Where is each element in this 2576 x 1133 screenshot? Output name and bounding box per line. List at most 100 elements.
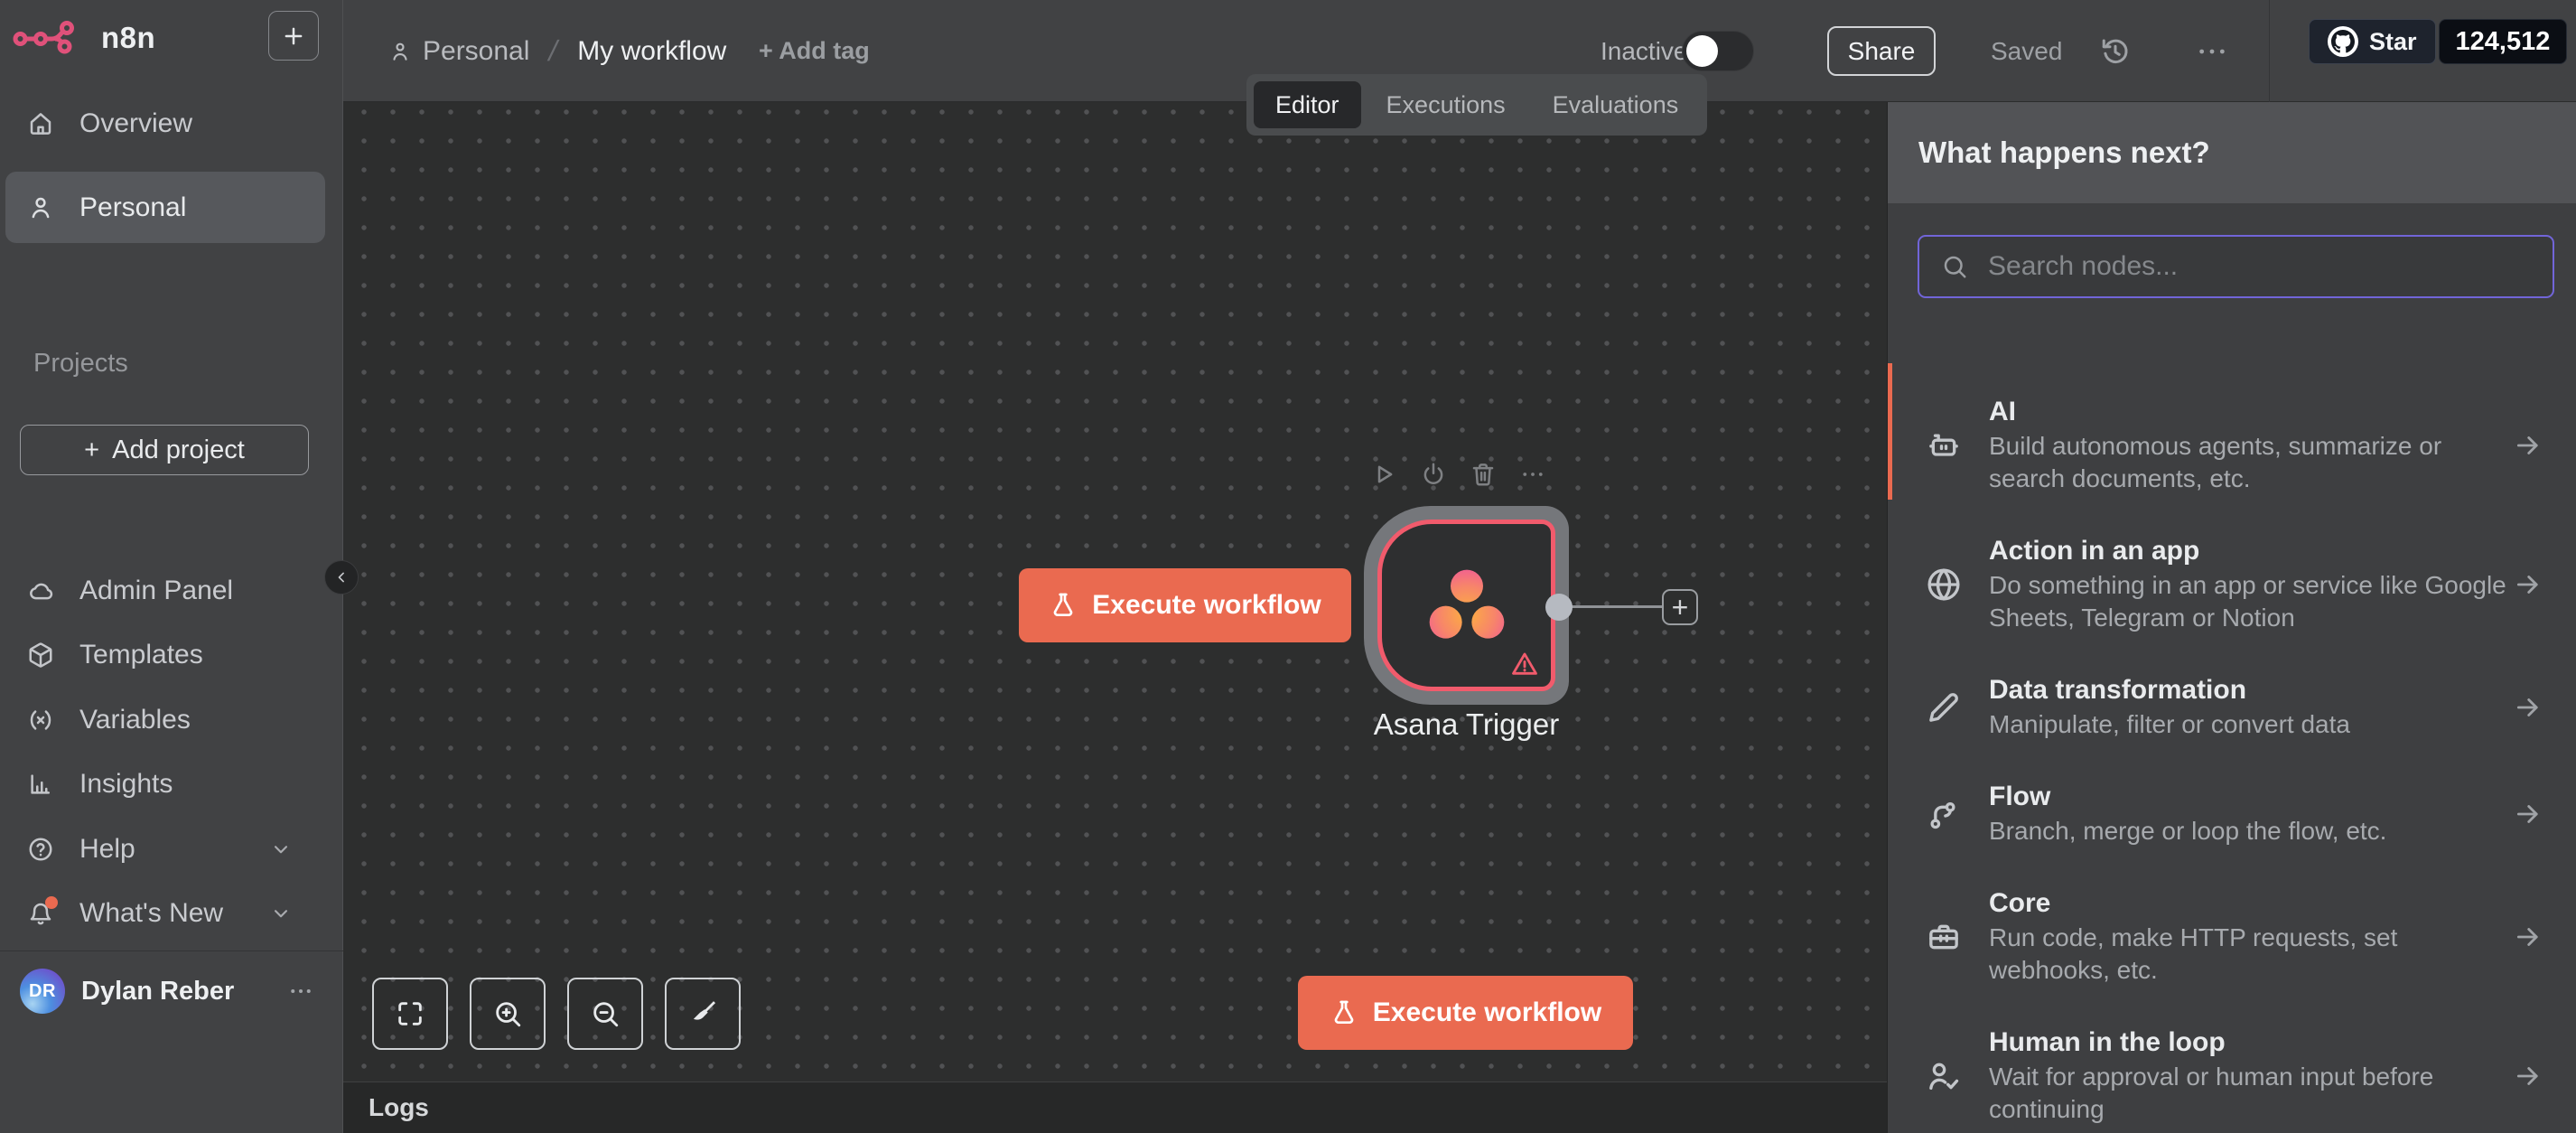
zoom-out-button[interactable] <box>567 978 643 1050</box>
robot-icon <box>1924 426 1964 465</box>
arrow-right-icon <box>2513 430 2543 461</box>
workflow-title[interactable]: My workflow <box>577 36 726 67</box>
add-tag-button[interactable]: + Add tag <box>759 0 870 102</box>
history-icon[interactable] <box>2099 35 2132 68</box>
globe-icon <box>1924 565 1964 604</box>
user-name: Dylan Reber <box>81 977 234 1007</box>
variables-icon <box>27 707 54 734</box>
sidebar-item-label: Overview <box>79 108 192 139</box>
star-label: Star <box>2369 28 2417 56</box>
breadcrumb-project[interactable]: Personal <box>388 36 529 67</box>
sidebar-item-personal[interactable]: Personal <box>5 172 325 243</box>
asana-trigger-node[interactable] <box>1364 506 1569 705</box>
n8n-app: n8n Overview Personal Projects + Add pro… <box>0 0 2576 1133</box>
connection-line <box>1559 605 1662 608</box>
sidebar-item-insights[interactable]: Insights <box>0 757 343 811</box>
asana-logo-icon <box>1423 566 1510 645</box>
node-options-icon[interactable] <box>1519 461 1546 488</box>
tab-executions[interactable]: Executions <box>1365 81 1527 128</box>
topbar-divider <box>2269 0 2270 102</box>
node-body <box>1377 520 1555 691</box>
view-tabs: Editor Executions Evaluations <box>1246 74 1707 136</box>
disable-node-icon[interactable] <box>1420 461 1447 488</box>
sidebar-item-label: What's New <box>79 898 223 929</box>
github-star-widget[interactable]: Star 124,512 <box>2309 19 2567 64</box>
person-icon <box>388 40 412 63</box>
add-connected-node-button[interactable]: + <box>1662 589 1698 625</box>
logs-label: Logs <box>369 1093 429 1122</box>
tab-editor[interactable]: Editor <box>1254 81 1361 128</box>
bar-chart-icon <box>27 771 54 798</box>
category-flow[interactable]: Flow Branch, merge or loop the flow, etc… <box>1888 761 2576 867</box>
category-description: Branch, merge or loop the flow, etc. <box>1989 815 2513 847</box>
logs-panel-header[interactable]: Logs <box>343 1082 1887 1133</box>
delete-node-icon[interactable] <box>1470 461 1497 488</box>
arrow-right-icon <box>2513 692 2543 723</box>
scroll-indicator <box>1888 363 1892 500</box>
workflow-menu-icon[interactable] <box>2197 40 2227 63</box>
tab-evaluations[interactable]: Evaluations <box>1531 81 1701 128</box>
arrow-right-icon <box>2513 922 2543 952</box>
node-search[interactable] <box>1918 235 2554 298</box>
avatar: DR <box>20 969 65 1014</box>
share-button[interactable]: Share <box>1827 26 1936 76</box>
category-text: AI Build autonomous agents, summarize or… <box>1989 396 2513 495</box>
node-output-port[interactable] <box>1545 594 1573 621</box>
category-description: Do something in an app or service like G… <box>1989 569 2513 634</box>
sidebar-item-overview[interactable]: Overview <box>0 97 343 151</box>
node-toolbar <box>1370 461 1546 488</box>
category-data-transformation[interactable]: Data transformation Manipulate, filter o… <box>1888 654 2576 761</box>
category-ai[interactable]: AI Build autonomous agents, summarize or… <box>1888 376 2576 515</box>
zoom-in-button[interactable] <box>470 978 546 1050</box>
canvas-controls <box>372 978 741 1050</box>
sidebar: n8n Overview Personal Projects + Add pro… <box>0 0 343 1133</box>
home-icon <box>27 110 54 137</box>
category-title: Flow <box>1989 781 2513 813</box>
sidebar-item-admin-panel[interactable]: Admin Panel <box>0 564 343 618</box>
ellipsis-icon[interactable] <box>287 978 314 1005</box>
chevron-left-icon <box>332 568 350 586</box>
github-star-button[interactable]: Star <box>2309 19 2436 64</box>
node-label: Asana Trigger <box>1364 707 1569 742</box>
sidebar-divider <box>0 950 343 951</box>
flask-icon <box>1049 591 1078 620</box>
execute-workflow-button-bottom[interactable]: Execute workflow <box>1298 976 1633 1050</box>
saved-status: Saved <box>1991 0 2062 102</box>
category-title: Action in an app <box>1989 535 2513 567</box>
user-menu[interactable]: DR Dylan Reber <box>20 969 323 1014</box>
n8n-logo: n8n <box>13 18 155 58</box>
active-toggle[interactable] <box>1682 31 1754 71</box>
execute-workflow-button[interactable]: Execute workflow <box>1019 568 1351 642</box>
sidebar-item-help[interactable]: Help <box>0 822 343 876</box>
projects-section-label: Projects <box>33 349 128 379</box>
github-star-count[interactable]: 124,512 <box>2439 19 2568 64</box>
category-title: Core <box>1989 887 2513 920</box>
chevron-down-icon <box>269 838 293 861</box>
add-project-label: Add project <box>112 435 245 465</box>
category-text: Core Run code, make HTTP requests, set w… <box>1989 887 2513 987</box>
add-project-button[interactable]: + Add project <box>20 425 309 475</box>
category-human-in-the-loop[interactable]: Human in the loop Wait for approval or h… <box>1888 1007 2576 1133</box>
category-text: Data transformation Manipulate, filter o… <box>1989 674 2513 741</box>
workflow-canvas[interactable]: Execute workflow <box>343 102 1887 1082</box>
search-input[interactable] <box>1988 251 2531 282</box>
sidebar-item-whats-new[interactable]: What's New <box>0 886 343 941</box>
tidy-up-button[interactable] <box>665 978 741 1050</box>
arrow-right-icon <box>2513 569 2543 600</box>
node-creator-panel: What happens next? AI Build autonomous a… <box>1887 102 2576 1133</box>
collapse-sidebar-button[interactable] <box>324 560 359 595</box>
toolbox-icon <box>1924 917 1964 957</box>
panel-title: What happens next? <box>1888 102 2576 203</box>
notification-dot <box>45 896 58 909</box>
sidebar-item-templates[interactable]: Templates <box>0 628 343 682</box>
bell-icon <box>27 900 54 927</box>
cloud-icon <box>27 577 54 604</box>
sidebar-item-variables[interactable]: Variables <box>0 693 343 747</box>
category-action-in-app[interactable]: Action in an app Do something in an app … <box>1888 515 2576 654</box>
new-workflow-button[interactable] <box>268 11 319 61</box>
zoom-to-fit-button[interactable] <box>372 978 448 1050</box>
category-title: AI <box>1989 396 2513 428</box>
run-node-icon[interactable] <box>1370 461 1397 488</box>
sidebar-item-label: Insights <box>79 769 173 800</box>
category-core[interactable]: Core Run code, make HTTP requests, set w… <box>1888 867 2576 1007</box>
